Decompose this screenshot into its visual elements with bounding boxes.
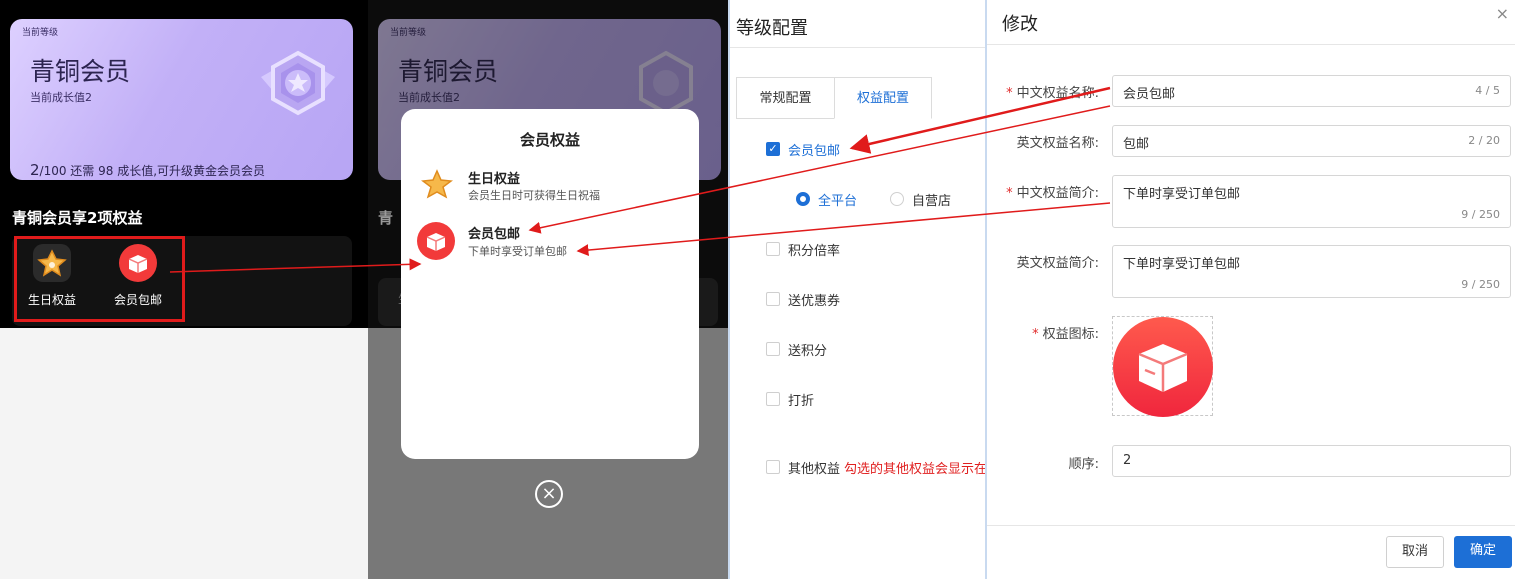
annotation-arrows [169, 86, 1111, 273]
arrow-cn-name-to-checkbox [849, 86, 1111, 154]
arrow-icon-to-modal [169, 258, 422, 273]
arrow-cn-desc-to-modal-desc [576, 202, 1111, 257]
